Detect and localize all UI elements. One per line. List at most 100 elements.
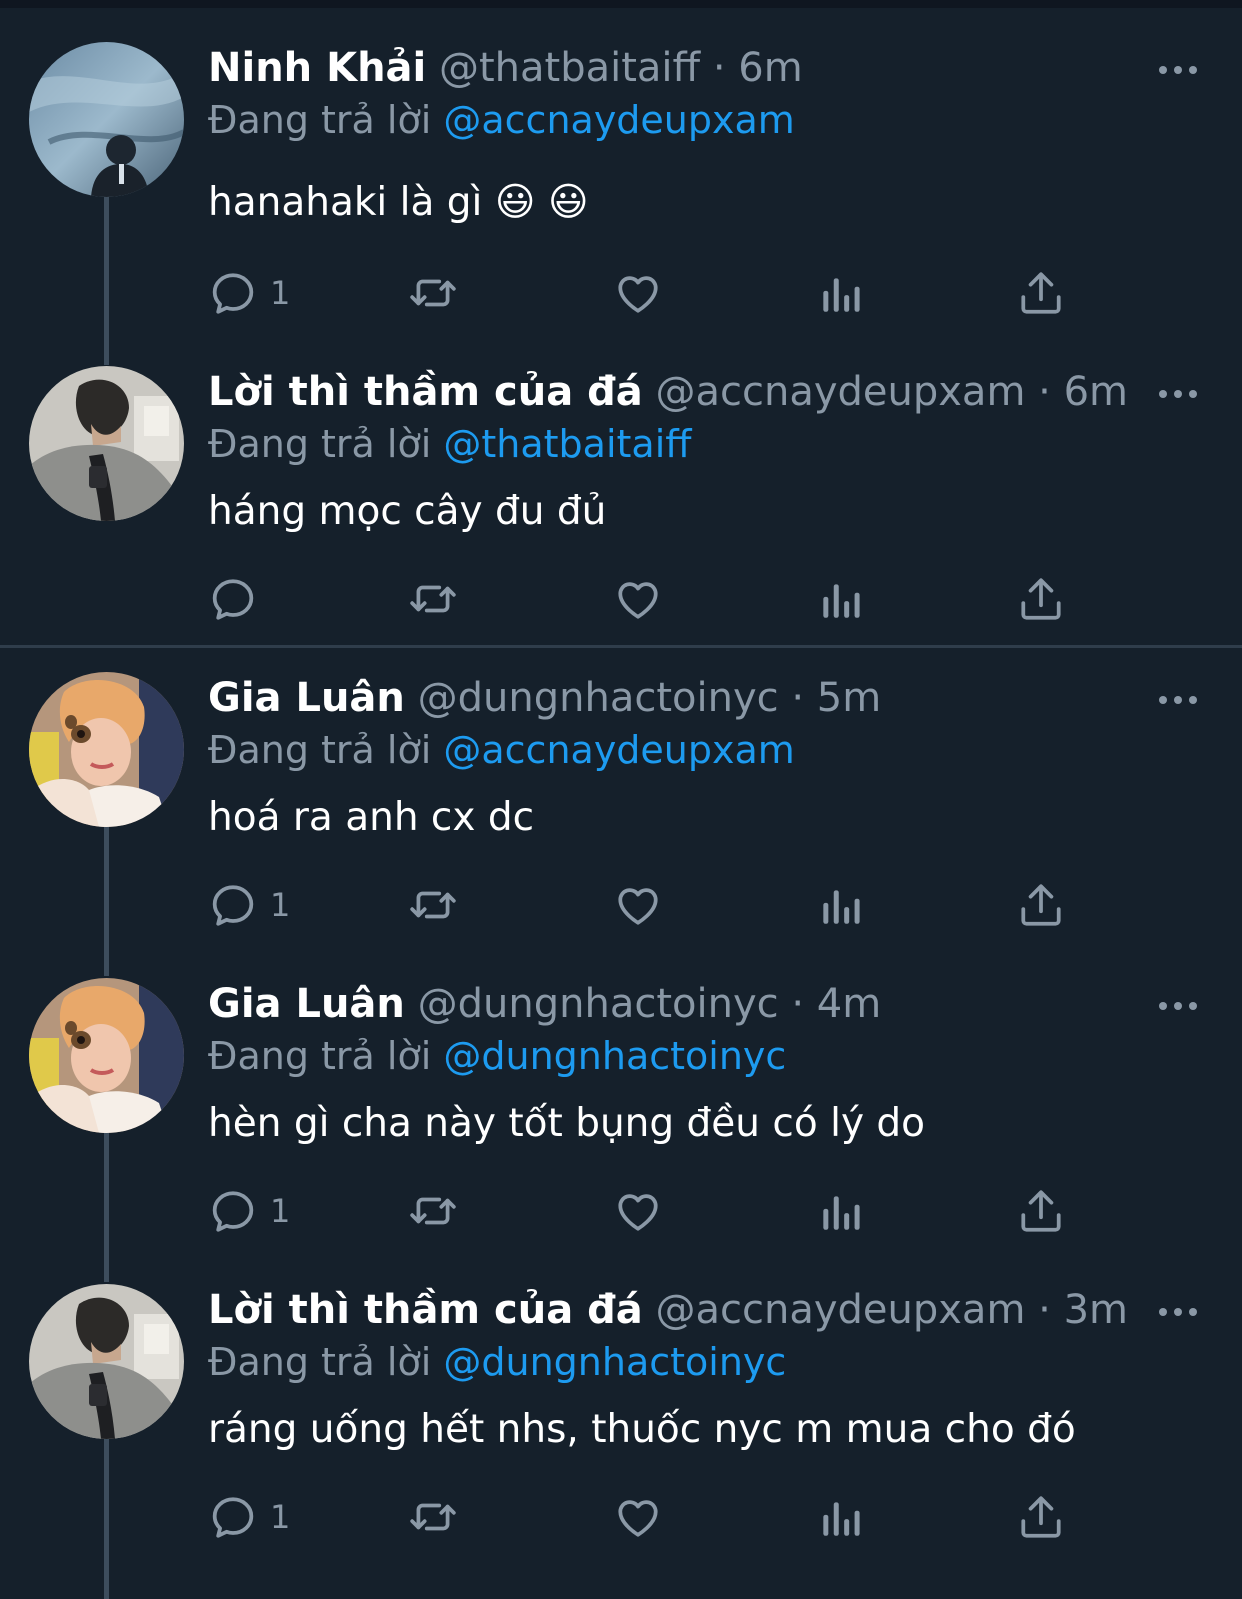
- like-button[interactable]: [613, 574, 663, 624]
- mention-link[interactable]: @dungnhactoinyc: [443, 1340, 786, 1384]
- tweet-text: ráng uống hết nhs, thuốc nyc m mua cho đ…: [208, 1407, 1076, 1452]
- more-options-icon[interactable]: [1158, 62, 1198, 78]
- tweet[interactable]: Ninh Khải @thatbaitaiff · 6m Đang trả lờ…: [0, 0, 1242, 312]
- heart-icon: [613, 268, 663, 318]
- avatar-photo-backpack-icon: [29, 1284, 184, 1439]
- timestamp[interactable]: 5m: [817, 675, 881, 721]
- avatar-photo-selfie-icon: [29, 978, 184, 1133]
- retweet-icon: [408, 574, 458, 624]
- handle[interactable]: @accnaydeupxam: [655, 369, 1025, 415]
- handle[interactable]: @dungnhactoinyc: [418, 981, 779, 1027]
- heart-icon: [613, 574, 663, 624]
- display-name[interactable]: Lời thì thầm của đá: [208, 369, 643, 415]
- handle[interactable]: @dungnhactoinyc: [418, 675, 779, 721]
- tweet[interactable]: Gia Luân @dungnhactoinyc · 4m Đang trả l…: [0, 936, 1242, 1248]
- retweet-button[interactable]: [408, 1186, 458, 1236]
- avatar[interactable]: [29, 366, 184, 521]
- timestamp[interactable]: 4m: [817, 981, 881, 1027]
- views-button[interactable]: [815, 880, 865, 930]
- separator-dot: ·: [1038, 1287, 1051, 1333]
- reply-button[interactable]: 1: [208, 880, 290, 930]
- tweet[interactable]: Lời thì thầm của đá @accnaydeupxam · 6m …: [0, 324, 1242, 636]
- replying-to-label: Đang trả lời: [208, 1340, 432, 1384]
- display-name[interactable]: Gia Luân: [208, 675, 405, 721]
- display-name[interactable]: Lời thì thầm của đá: [208, 1287, 643, 1333]
- handle[interactable]: @accnaydeupxam: [655, 1287, 1025, 1333]
- views-button[interactable]: [815, 574, 865, 624]
- reply-button[interactable]: [208, 574, 270, 624]
- tweet-header: Lời thì thầm của đá @accnaydeupxam · 6m: [208, 366, 1128, 418]
- more-options-icon[interactable]: [1158, 1304, 1198, 1320]
- views-button[interactable]: [815, 268, 865, 318]
- reply-icon: [208, 268, 258, 318]
- share-icon: [1016, 268, 1066, 318]
- more-options-icon[interactable]: [1158, 692, 1198, 708]
- replying-to: Đang trả lời @thatbaitaiff: [208, 419, 691, 469]
- separator-dot: ·: [712, 45, 726, 91]
- avatar[interactable]: [29, 42, 184, 197]
- retweet-button[interactable]: [408, 1492, 458, 1542]
- display-name[interactable]: Gia Luân: [208, 981, 405, 1027]
- mention-link[interactable]: @accnaydeupxam: [443, 98, 794, 142]
- views-button[interactable]: [815, 1186, 865, 1236]
- more-options-icon[interactable]: [1158, 998, 1198, 1014]
- reply-button[interactable]: 1: [208, 1492, 290, 1542]
- share-button[interactable]: [1016, 574, 1066, 624]
- views-button[interactable]: [815, 1492, 865, 1542]
- analytics-icon: [815, 880, 865, 930]
- share-button[interactable]: [1016, 880, 1066, 930]
- share-icon: [1016, 880, 1066, 930]
- tweet-thread: Ninh Khải @thatbaitaiff · 6m Đang trả lờ…: [0, 0, 1242, 1599]
- retweet-icon: [408, 268, 458, 318]
- reply-icon: [208, 1186, 258, 1236]
- avatar[interactable]: [29, 1284, 184, 1439]
- timestamp[interactable]: 3m: [1064, 1287, 1128, 1333]
- reply-icon: [208, 880, 258, 930]
- replying-to-label: Đang trả lời: [208, 422, 432, 466]
- retweet-button[interactable]: [408, 574, 458, 624]
- tweet-header: Ninh Khải @thatbaitaiff · 6m: [208, 42, 803, 94]
- tweet-text: hèn gì cha này tốt bụng đều có lý do: [208, 1101, 926, 1146]
- replying-to: Đang trả lời @dungnhactoinyc: [208, 1031, 786, 1081]
- reply-icon: [208, 1492, 258, 1542]
- avatar[interactable]: [29, 978, 184, 1133]
- tweet-actions: 1: [208, 1186, 1088, 1236]
- like-button[interactable]: [613, 1492, 663, 1542]
- like-button[interactable]: [613, 1186, 663, 1236]
- tweet-header: Gia Luân @dungnhactoinyc · 5m: [208, 672, 881, 724]
- mention-link[interactable]: @thatbaitaiff: [443, 422, 691, 466]
- reply-count: 1: [270, 1192, 291, 1230]
- handle[interactable]: @thatbaitaiff: [439, 45, 700, 91]
- tweet-actions: 1: [208, 1492, 1088, 1542]
- more-options-icon[interactable]: [1158, 386, 1198, 402]
- share-button[interactable]: [1016, 268, 1066, 318]
- timestamp[interactable]: 6m: [1064, 369, 1128, 415]
- reply-button[interactable]: 1: [208, 1186, 290, 1236]
- share-icon: [1016, 574, 1066, 624]
- avatar[interactable]: [29, 672, 184, 827]
- share-icon: [1016, 1186, 1066, 1236]
- tweet-text: háng mọc cây đu đủ: [208, 489, 607, 534]
- tweet[interactable]: Gia Luân @dungnhactoinyc · 5m Đang trả l…: [0, 630, 1242, 942]
- share-button[interactable]: [1016, 1186, 1066, 1236]
- mention-link[interactable]: @accnaydeupxam: [443, 728, 794, 772]
- retweet-button[interactable]: [408, 268, 458, 318]
- mention-link[interactable]: @dungnhactoinyc: [443, 1034, 786, 1078]
- avatar-photo-backpack-icon: [29, 366, 184, 521]
- like-button[interactable]: [613, 268, 663, 318]
- heart-icon: [613, 1492, 663, 1542]
- avatar-photo-selfie-icon: [29, 672, 184, 827]
- replying-to-label: Đang trả lời: [208, 98, 432, 142]
- tweet[interactable]: Lời thì thầm của đá @accnaydeupxam · 3m …: [0, 1242, 1242, 1554]
- tweet-actions: [208, 574, 1088, 624]
- like-button[interactable]: [613, 880, 663, 930]
- timestamp[interactable]: 6m: [738, 45, 802, 91]
- tweet-actions: 1: [208, 880, 1088, 930]
- share-button[interactable]: [1016, 1492, 1066, 1542]
- display-name[interactable]: Ninh Khải: [208, 45, 426, 91]
- reply-count: 1: [270, 274, 291, 312]
- reply-button[interactable]: 1: [208, 268, 290, 318]
- retweet-button[interactable]: [408, 880, 458, 930]
- analytics-icon: [815, 1492, 865, 1542]
- share-icon: [1016, 1492, 1066, 1542]
